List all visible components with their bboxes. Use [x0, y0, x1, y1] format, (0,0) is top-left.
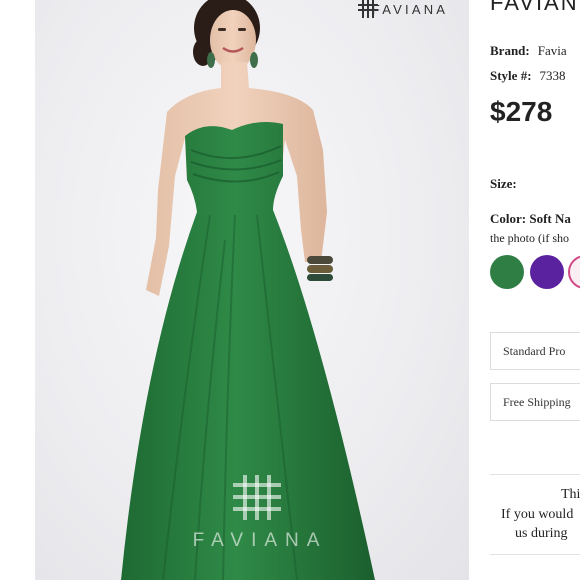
style-label: Style #: [490, 68, 532, 83]
shipping-option-free[interactable]: Free Shipping [490, 383, 580, 421]
style-row: Style #: 7338 [490, 68, 566, 84]
watermark: FAVIANA [155, 470, 365, 552]
brand-logo: FAVIANA [355, 0, 465, 18]
color-label: Color: Soft Na [490, 211, 571, 226]
brand-label: Brand: [490, 43, 530, 58]
left-margin [0, 0, 35, 580]
notice-line-3: us during [515, 526, 568, 541]
product-title: FAVIAN [490, 0, 579, 15]
divider [490, 474, 580, 475]
notice-line-1: Thi [561, 487, 580, 502]
notice-line-2: If you would [501, 507, 574, 522]
watermark-text: FAVIANA [192, 530, 328, 551]
color-swatch-selected[interactable] [568, 255, 580, 289]
brand-value: Favia [537, 43, 567, 58]
color-swatch-green[interactable] [490, 255, 524, 289]
shipping-option-standard[interactable]: Standard Pro [490, 332, 580, 370]
color-swatch-purple[interactable] [530, 255, 564, 289]
style-value: 7338 [539, 68, 566, 83]
divider [490, 554, 580, 555]
size-label: Size: [490, 176, 517, 191]
product-photo[interactable]: FAVIANA FAVIANA [35, 0, 469, 580]
product-details-panel: FAVIAN Brand: Favia Style #: 7338 $278 Siz… [469, 0, 580, 580]
faviana-mark-icon [358, 0, 378, 18]
color-note: the photo (if sho [490, 231, 569, 245]
brand-row: Brand: Favia [490, 43, 567, 59]
price: $278 [490, 96, 553, 127]
